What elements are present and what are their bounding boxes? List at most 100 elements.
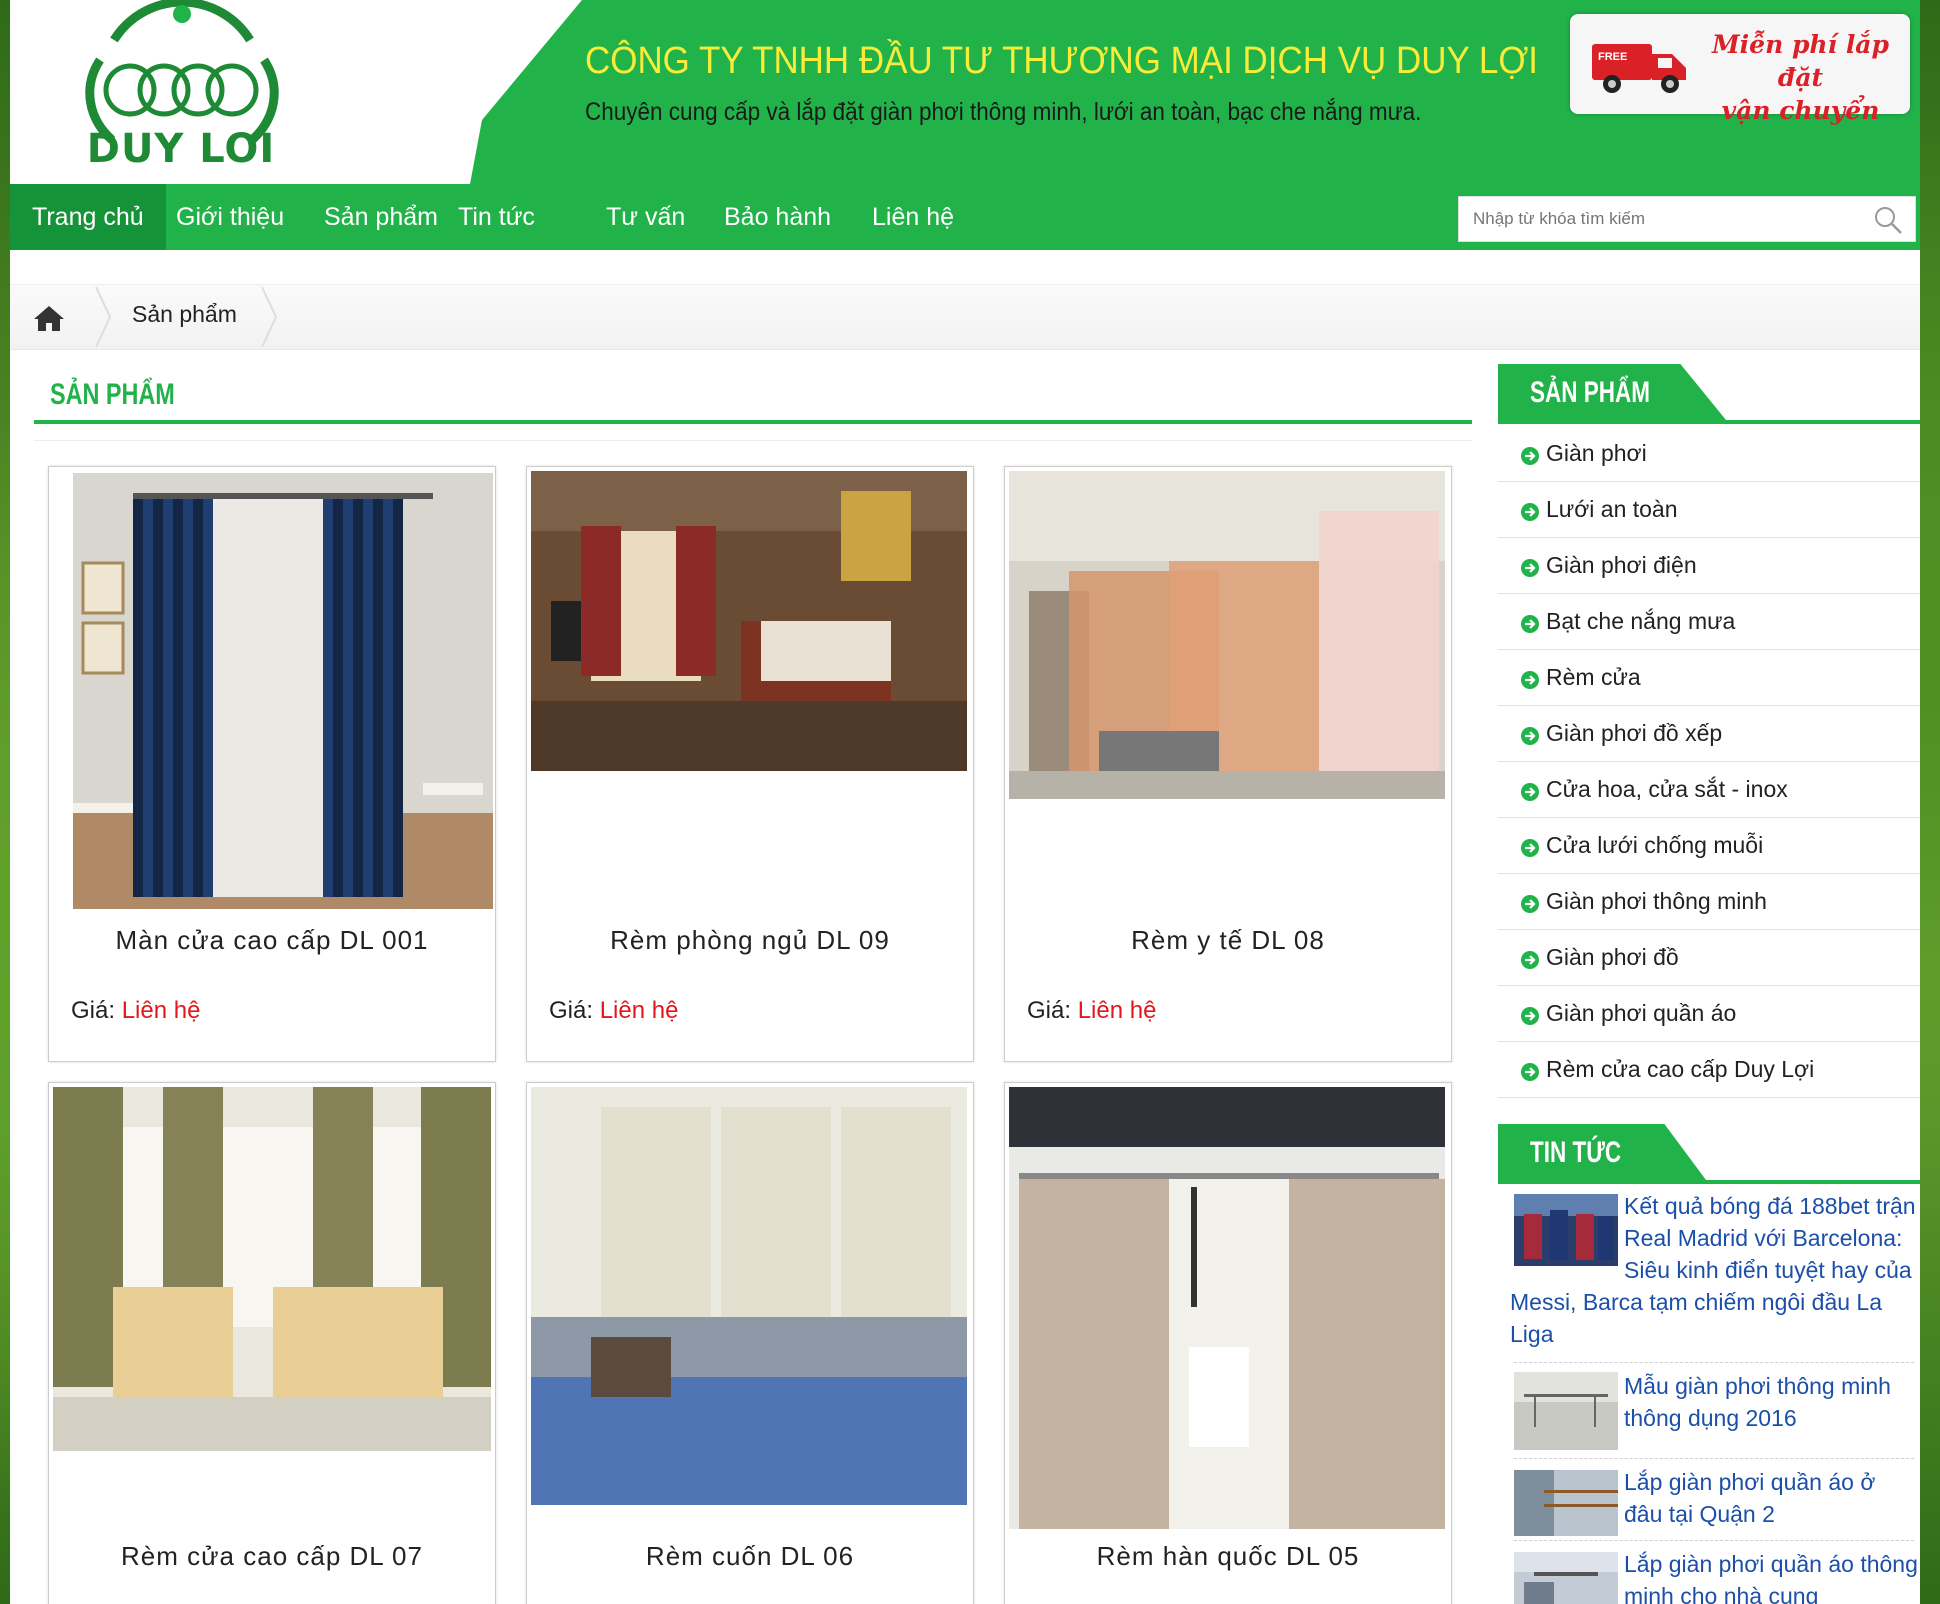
search-box [1458,196,1916,242]
product-card[interactable]: Rèm hàn quốc DL 05 [1004,1082,1452,1604]
category-item[interactable]: Cửa hoa, cửa sắt - inox [1498,762,1920,818]
home-icon[interactable] [32,303,66,333]
news-title: TIN TỨC [1530,1136,1622,1169]
delivery-truck-icon: FREE [1592,44,1686,93]
product-image[interactable] [1009,471,1445,799]
product-image[interactable] [73,473,493,909]
category-label[interactable]: Rèm cửa cao cấp Duy Lợi [1546,1056,1814,1083]
company-name: CÔNG TY TNHH ĐẦU TƯ THƯƠNG MẠI DỊCH VỤ D… [585,40,1539,82]
category-label[interactable]: Lưới an toàn [1546,496,1678,523]
nav-item-home[interactable]: Trang chủ [10,184,166,250]
news-separator [1514,1362,1914,1363]
price-label: Giá: [549,997,594,1024]
product-name[interactable]: Rèm cửa cao cấp DL 07 [49,1541,495,1572]
product-name[interactable]: Rèm y tế DL 08 [1005,925,1451,956]
arrow-circle-icon [1521,783,1539,801]
category-item[interactable]: Giàn phơi đồ xếp [1498,706,1920,762]
arrow-circle-icon [1521,1007,1539,1025]
category-label[interactable]: Giàn phơi quần áo [1546,1000,1736,1027]
arrow-circle-icon [1521,559,1539,577]
product-image[interactable] [531,471,967,771]
news-thumbnail[interactable] [1514,1470,1618,1536]
news-thumbnail[interactable] [1514,1194,1618,1266]
arrow-circle-icon [1521,1063,1539,1081]
price-value[interactable]: Liên hệ [122,997,201,1024]
arrow-circle-icon [1521,447,1539,465]
category-item[interactable]: Giàn phơi [1498,426,1920,482]
nav-item-consulting[interactable]: Tư vấn [584,184,707,250]
news-headline[interactable]: Mẫu giàn phơi thông minh thông dụng 2016 [1624,1373,1891,1431]
product-name[interactable]: Rèm cuốn DL 06 [527,1541,973,1572]
product-image[interactable] [1009,1087,1445,1529]
product-card[interactable]: Rèm y tế DL 08 Giá: Liên hệ [1004,466,1452,1062]
categories-header: SẢN PHẨM [1498,364,1726,420]
news-separator [1514,1540,1914,1541]
category-label[interactable]: Giàn phơi đồ xếp [1546,720,1722,747]
news-item[interactable]: Mẫu giàn phơi thông minh thông dụng 2016 [1510,1370,1920,1450]
news-thumbnail[interactable] [1514,1372,1618,1450]
product-name[interactable]: Rèm phòng ngủ DL 09 [527,925,973,956]
category-item[interactable]: Giàn phơi điện [1498,538,1920,594]
category-label[interactable]: Bạt che nắng mưa [1546,608,1735,635]
news-headline[interactable]: Lắp giàn phơi quần áo ở đâu tại Quận 2 [1624,1469,1875,1527]
price-value[interactable]: Liên hệ [600,997,679,1024]
price-label: Giá: [71,997,116,1024]
product-card[interactable]: Rèm phòng ngủ DL 09 Giá: Liên hệ [526,466,974,1062]
nav-item-news[interactable]: Tin tức [436,184,557,250]
category-label[interactable]: Rèm cửa [1546,664,1641,691]
news-item[interactable]: Kết quả bóng đá 188bet trận Real Madrid … [1510,1190,1920,1350]
category-item[interactable]: Giàn phơi đồ [1498,930,1920,986]
nav-item-contact[interactable]: Liên hệ [850,184,976,250]
search-icon[interactable] [1873,205,1903,235]
category-item[interactable]: Giàn phơi quần áo [1498,986,1920,1042]
product-card[interactable]: Rèm cuốn DL 06 [526,1082,974,1604]
page-container: DUY LOI CÔNG TY TNHH ĐẦU TƯ THƯƠNG MẠI D… [10,0,1920,1604]
arrow-circle-icon [1521,727,1539,745]
product-image[interactable] [53,1087,491,1451]
product-card[interactable]: Rèm cửa cao cấp DL 07 [48,1082,496,1604]
product-name[interactable]: Rèm hàn quốc DL 05 [1005,1541,1451,1572]
product-card[interactable]: Màn cửa cao cấp DL 001 Giá: Liên hệ [48,466,496,1062]
free-badge-text: FREE [1598,51,1627,63]
news-headline[interactable]: Lắp giàn phơi quần áo thông minh cho nhà… [1624,1551,1918,1604]
category-label[interactable]: Giàn phơi [1546,440,1647,467]
price-value[interactable]: Liên hệ [1078,997,1157,1024]
site-header: DUY LOI CÔNG TY TNHH ĐẦU TƯ THƯƠNG MẠI D… [10,0,1920,184]
breadcrumb-separator [261,286,278,348]
category-item[interactable]: Lưới an toàn [1498,482,1920,538]
news-item[interactable]: Lắp giàn phơi quần áo thông minh cho nhà… [1510,1548,1920,1604]
category-label[interactable]: Cửa lưới chống muỗi [1546,832,1763,859]
promo-line-1: Miễn phí lắp đặt [1712,30,1889,92]
categories-title: SẢN PHẨM [1530,376,1651,409]
category-label[interactable]: Cửa hoa, cửa sắt - inox [1546,776,1788,803]
nav-item-warranty[interactable]: Bảo hành [702,184,853,250]
products-section-title: SẢN PHẨM [50,378,175,411]
category-item[interactable]: Bạt che nắng mưa [1498,594,1920,650]
news-header-line [1498,1180,1920,1184]
free-shipping-banner[interactable]: FREE Miễn phí lắp đặt vận chuyển [1570,14,1910,125]
arrow-circle-icon [1521,503,1539,521]
category-item[interactable]: Cửa lưới chống muỗi [1498,818,1920,874]
company-tagline: Chuyên cung cấp và lắp đặt giàn phơi thô… [585,98,1422,126]
news-thumbnail[interactable] [1514,1552,1618,1604]
price-label: Giá: [1027,997,1072,1024]
product-price: Giá: Liên hệ [549,997,678,1025]
product-name[interactable]: Màn cửa cao cấp DL 001 [49,925,495,956]
breadcrumb-current[interactable]: Sản phẩm [132,301,237,328]
categories-header-line [1498,420,1920,424]
section-divider-thin [34,440,1472,441]
category-item[interactable]: Giàn phơi thông minh [1498,874,1920,930]
category-item[interactable]: Rèm cửa [1498,650,1920,706]
nav-item-about[interactable]: Giới thiệu [154,184,306,250]
promo-text: Miễn phí lắp đặt vận chuyển [1698,28,1903,127]
category-label[interactable]: Giàn phơi đồ [1546,944,1679,971]
section-divider [34,420,1472,424]
category-label[interactable]: Giàn phơi thông minh [1546,888,1767,915]
arrow-circle-icon [1521,671,1539,689]
product-price: Giá: Liên hệ [1027,997,1156,1025]
search-input[interactable] [1459,197,1887,241]
category-item[interactable]: Rèm cửa cao cấp Duy Lợi [1498,1042,1920,1098]
category-label[interactable]: Giàn phơi điện [1546,552,1697,579]
product-image[interactable] [531,1087,967,1505]
news-item[interactable]: Lắp giàn phơi quần áo ở đâu tại Quận 2 [1510,1466,1920,1536]
